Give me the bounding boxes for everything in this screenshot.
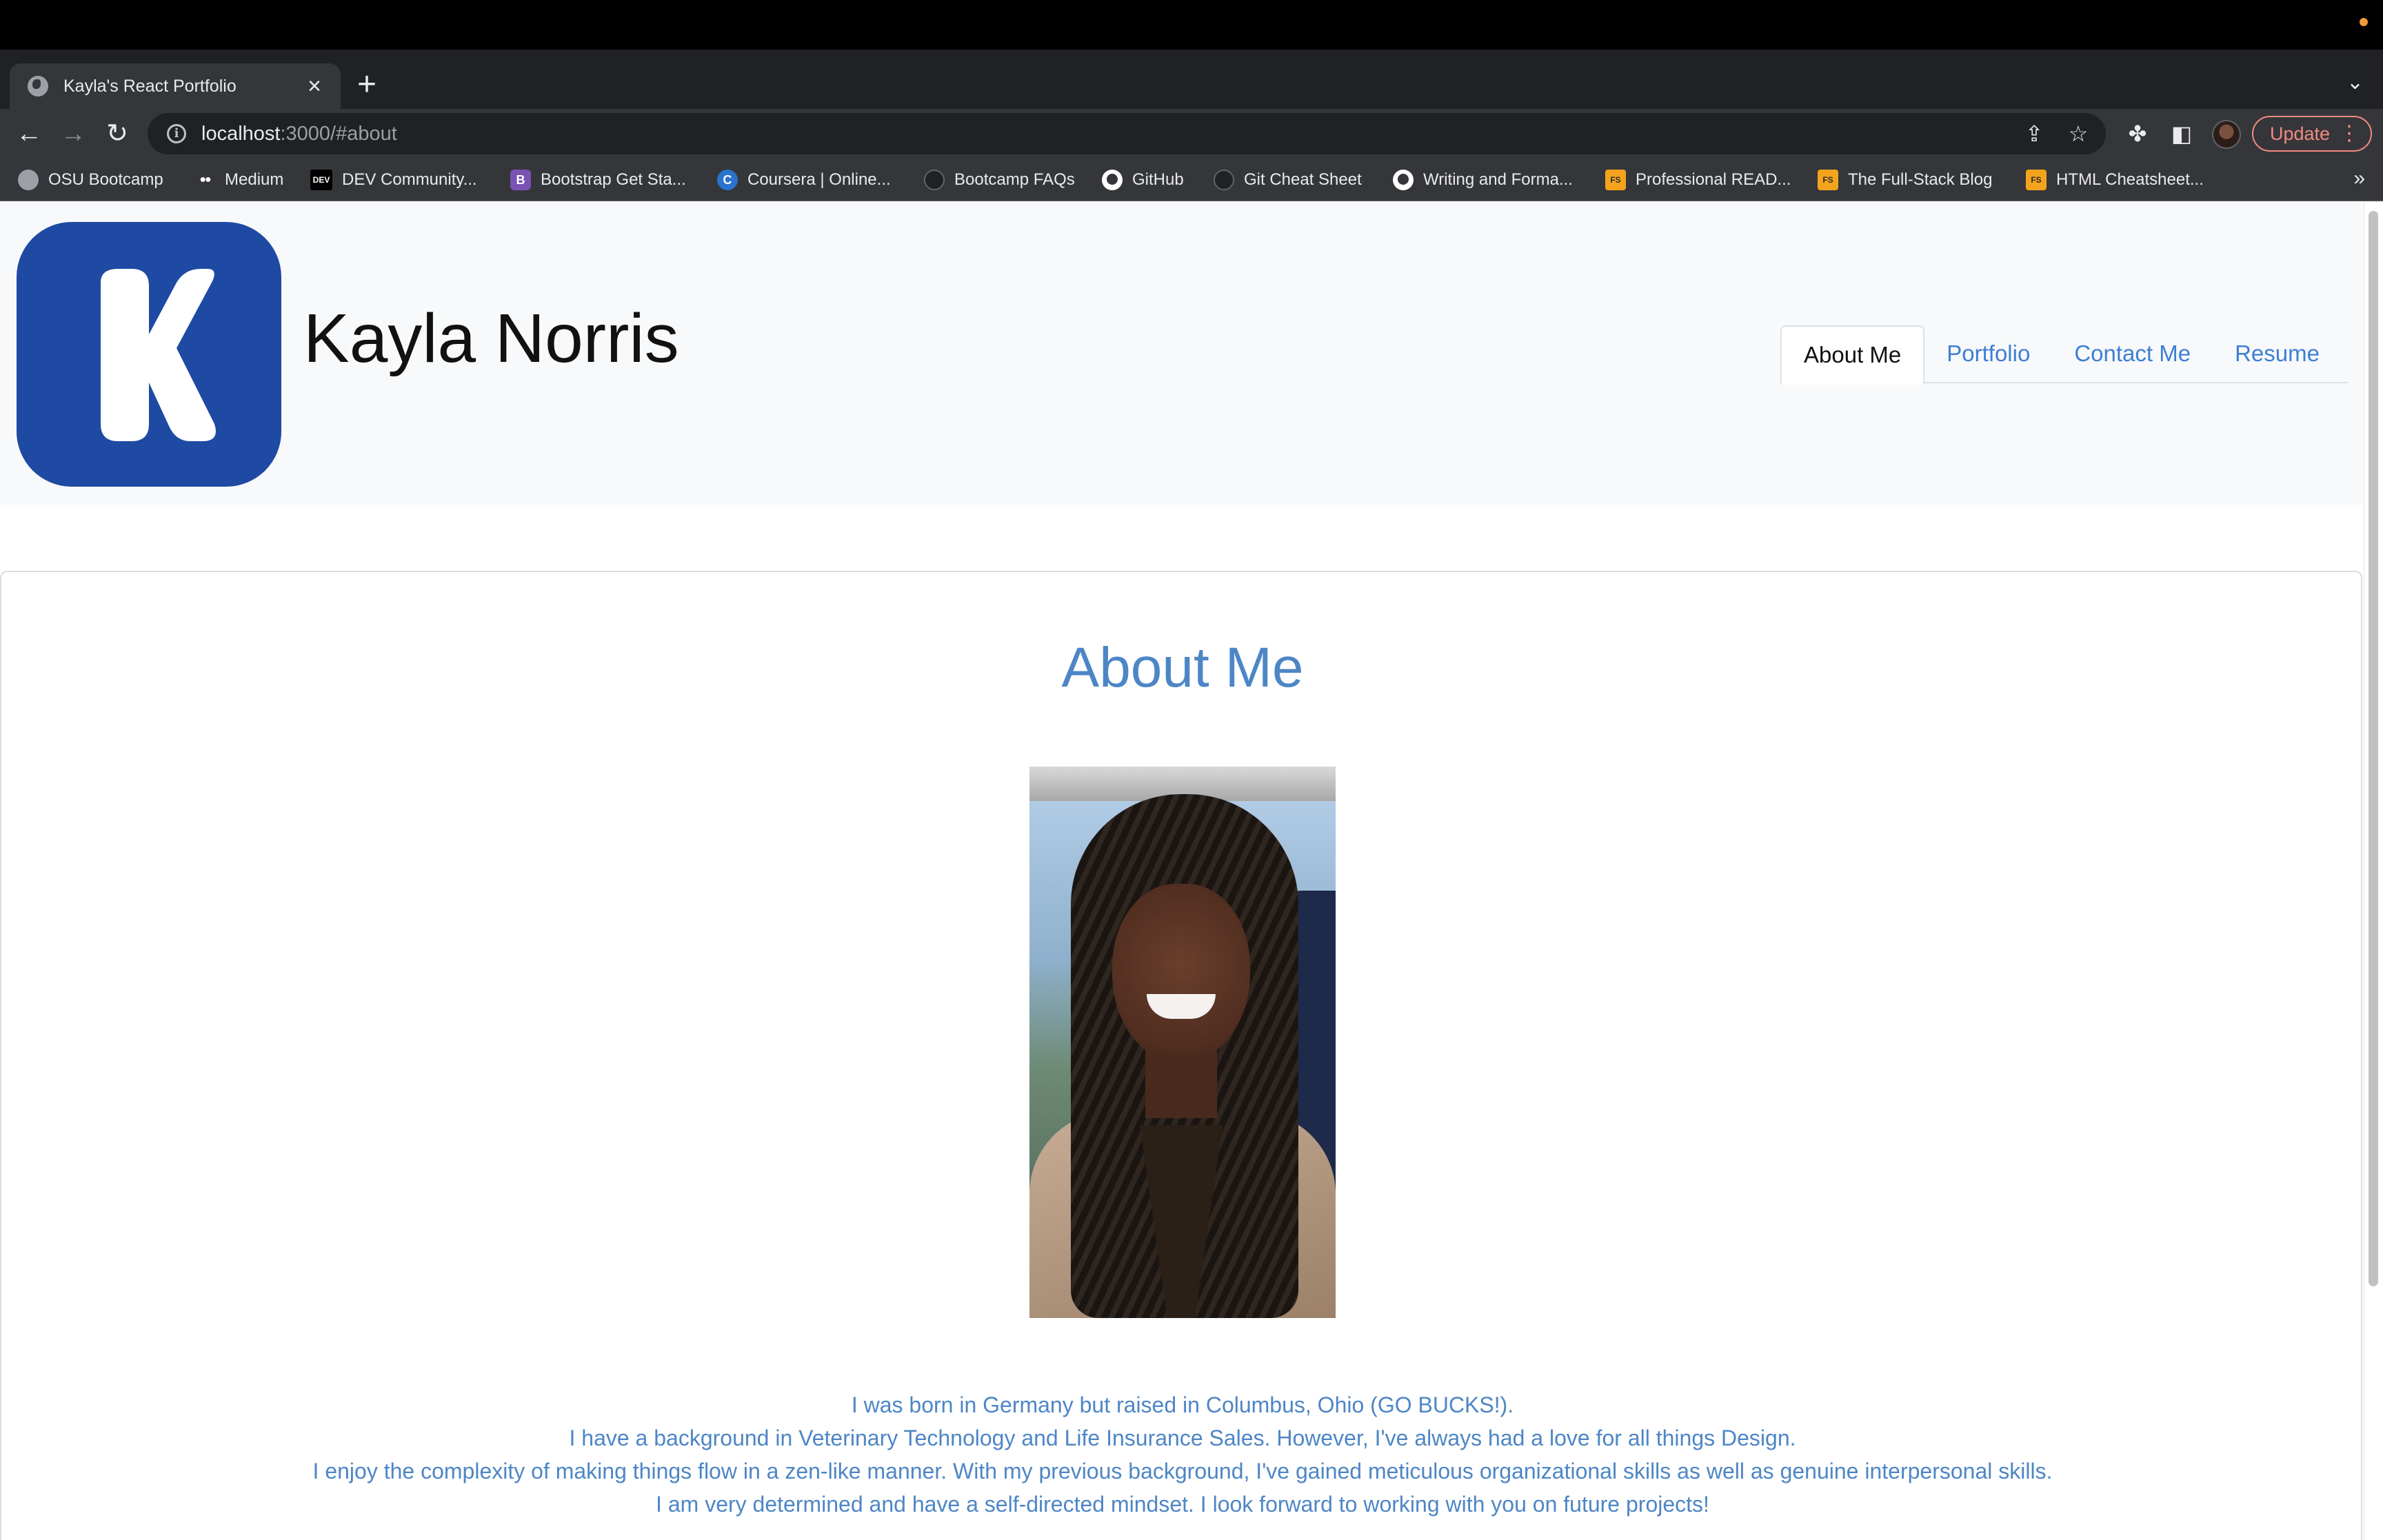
profile-avatar[interactable] — [2212, 120, 2241, 149]
bio-text: I was born in Germany but raised in Colu… — [1, 1388, 2364, 1521]
coursera-icon: C — [717, 170, 738, 190]
bookmark-item[interactable]: B Bootstrap Get Sta... — [510, 167, 686, 193]
bookmark-label: DEV Community... — [342, 170, 477, 189]
bootcamp-icon — [924, 170, 945, 190]
close-tab-icon[interactable]: × — [302, 74, 327, 99]
bookmark-item[interactable]: DEV DEV Community... — [310, 167, 477, 193]
medium-icon: ●● — [199, 174, 211, 185]
bookmark-label: Professional READ... — [1636, 170, 1791, 189]
tab-title: Kayla's React Portfolio — [63, 76, 237, 96]
bookmark-item[interactable]: Writing and Forma... — [1393, 167, 1573, 193]
fullstack-icon: FS — [1818, 170, 1838, 190]
bookmark-item[interactable]: ●● Medium — [194, 167, 283, 193]
bookmark-label: GitHub — [1132, 170, 1184, 189]
bookmark-label: HTML Cheatsheet... — [2056, 170, 2204, 189]
bio-line: I enjoy the complexity of making things … — [312, 1459, 2053, 1483]
url-path: :3000/#about — [280, 122, 397, 145]
extensions-puzzle-icon[interactable]: ✤ — [2122, 119, 2153, 149]
fullstack-icon: FS — [1605, 170, 1626, 190]
tab-search-chevron-icon[interactable]: ⌄ — [2346, 70, 2364, 94]
profile-photo — [1029, 767, 1336, 1318]
tab-portfolio[interactable]: Portfolio — [1924, 325, 2052, 383]
globe-icon — [28, 76, 48, 97]
bookmark-item[interactable]: OSU Bootcamp — [18, 167, 163, 193]
site-header: Kayla Norris About Me Portfolio Contact … — [0, 203, 2364, 505]
browser-toolbar: ← → ↻ i localhost:3000/#about ⇪ ☆ ✤ ◧ Up… — [0, 109, 2383, 159]
bookmark-label: Bootstrap Get Sta... — [541, 170, 686, 189]
photo-face — [1112, 884, 1250, 1063]
new-tab-icon[interactable]: + — [357, 68, 376, 102]
site-title: Kayla Norris — [303, 300, 679, 377]
bookmark-item[interactable]: Git Cheat Sheet — [1214, 167, 1362, 193]
logo — [17, 222, 281, 487]
bookmark-star-icon[interactable]: ☆ — [2064, 120, 2092, 148]
scrollbar-thumb[interactable] — [2369, 211, 2378, 1286]
main-nav: About Me Portfolio Contact Me Resume — [1780, 325, 2349, 385]
bio-line: I am very determined and have a self-dir… — [656, 1492, 1709, 1517]
browser-tab[interactable]: Kayla's React Portfolio × — [10, 63, 341, 109]
update-label: Update — [2270, 123, 2331, 144]
reload-icon[interactable]: ↻ — [101, 117, 134, 150]
more-menu-icon[interactable]: ⋮ — [2339, 117, 2360, 150]
bio-line: I have a background in Veterinary Techno… — [569, 1426, 1796, 1450]
bookmark-item[interactable]: FS Professional READ... — [1605, 167, 1791, 193]
github-icon — [1214, 170, 1234, 190]
bookmark-label: Git Cheat Sheet — [1244, 170, 1362, 189]
tab-bar: Kayla's React Portfolio × + ⌄ — [0, 50, 2383, 109]
bookmark-label: Bootcamp FAQs — [954, 170, 1075, 189]
bookmark-label: The Full-Stack Blog — [1848, 170, 1993, 189]
site-info-icon[interactable]: i — [167, 124, 186, 143]
url-host: localhost — [201, 122, 281, 145]
about-heading: About Me — [1061, 636, 1304, 699]
github-icon — [1393, 170, 1414, 190]
globe-icon — [18, 170, 39, 190]
bootstrap-icon: B — [510, 170, 531, 190]
bookmark-label: Writing and Forma... — [1423, 170, 1573, 189]
page-viewport: Kayla Norris About Me Portfolio Contact … — [0, 203, 2383, 1540]
bookmark-item[interactable]: FS HTML Cheatsheet... — [2026, 167, 2204, 193]
tab-resume[interactable]: Resume — [2213, 325, 2342, 383]
bookmark-item[interactable]: Bootcamp FAQs — [924, 167, 1075, 193]
address-bar[interactable]: i localhost:3000/#about ⇪ ☆ — [148, 113, 2106, 154]
bookmark-item[interactable]: GitHub — [1102, 167, 1184, 193]
more-bookmarks-icon[interactable]: » — [2353, 167, 2365, 190]
bookmarks-bar: OSU Bootcamp ●● Medium DEV DEV Community… — [0, 159, 2383, 201]
bookmark-item[interactable]: FS The Full-Stack Blog — [1818, 167, 1992, 193]
tab-about-me[interactable]: About Me — [1780, 325, 1925, 385]
bookmark-item[interactable]: C Coursera | Online... — [717, 167, 891, 193]
share-icon[interactable]: ⇪ — [2020, 120, 2048, 148]
recording-indicator-icon — [2360, 18, 2368, 26]
dev-icon: DEV — [310, 170, 332, 190]
bookmark-label: Medium — [225, 170, 284, 189]
bio-line: I was born in Germany but raised in Colu… — [851, 1392, 1514, 1417]
about-card: About Me I was born in Germany but raise… — [0, 571, 2362, 1540]
tab-contact-me[interactable]: Contact Me — [2052, 325, 2213, 383]
logo-k-icon — [101, 269, 216, 441]
bookmark-label: Coursera | Online... — [747, 170, 891, 189]
fullstack-icon: FS — [2026, 170, 2047, 190]
forward-icon[interactable]: → — [57, 117, 90, 150]
back-icon[interactable]: ← — [12, 117, 46, 150]
bookmark-label: OSU Bootcamp — [48, 170, 163, 189]
os-top-bar — [0, 0, 2383, 50]
page-scrollbar[interactable] — [2364, 203, 2383, 1540]
side-panel-icon[interactable]: ◧ — [2166, 119, 2197, 149]
update-button[interactable]: Update ⋮ — [2252, 116, 2372, 152]
github-icon — [1102, 170, 1123, 190]
